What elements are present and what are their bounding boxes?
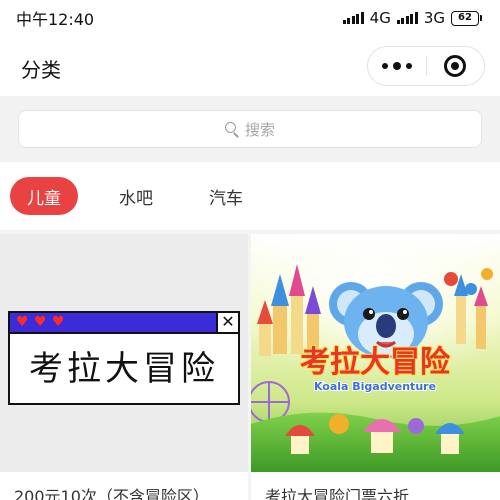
more-icon[interactable] <box>368 47 426 85</box>
product-image: ♥ ♥ ♥ ✕ 考拉大冒险 <box>0 234 248 472</box>
nav-bar: 分类 <box>0 36 500 96</box>
target-icon <box>444 55 467 77</box>
battery-icon: 62 <box>451 10 482 26</box>
search-area: 搜索 <box>0 96 500 162</box>
signal-icon-2 <box>396 12 418 24</box>
koala-adventure-poster: 考拉大冒险 Koala Bigadventure <box>251 234 500 472</box>
koala-banner: ♥ ♥ ♥ ✕ 考拉大冒险 <box>8 311 240 405</box>
tab-car[interactable]: 汽车 <box>192 177 260 215</box>
page-title: 分类 <box>21 58 61 82</box>
battery-level: 62 <box>451 10 479 26</box>
tab-water-bar[interactable]: 水吧 <box>102 177 170 215</box>
search-icon <box>224 122 239 138</box>
poster-title: 考拉大冒险 <box>300 345 451 380</box>
heart-icon: ♥ <box>52 314 65 330</box>
search-input[interactable]: 搜索 <box>18 110 482 148</box>
network-label-3g: 3G <box>423 9 445 27</box>
status-indicators: 4G 3G 62 <box>342 9 482 27</box>
product-card[interactable]: ♥ ♥ ♥ ✕ 考拉大冒险 200元10次（不含冒险区） <box>0 234 248 500</box>
status-bar: 中午12:40 4G 3G 62 <box>0 0 500 36</box>
heart-icon: ♥ <box>34 314 47 330</box>
network-label-4g: 4G <box>369 9 391 27</box>
search-placeholder: 搜索 <box>244 120 275 139</box>
product-grid: ♥ ♥ ♥ ✕ 考拉大冒险 200元10次（不含冒险区） 考拉大冒险 Koala… <box>0 230 500 500</box>
tab-children[interactable]: 儿童 <box>10 177 78 215</box>
heart-icon: ♥ <box>16 314 29 330</box>
product-card[interactable]: 考拉大冒险 Koala Bigadventure 考拉大冒险门票六折 <box>251 234 500 500</box>
banner-text: 考拉大冒险 <box>29 349 219 389</box>
product-title: 考拉大冒险门票六折 <box>265 487 410 500</box>
product-title: 200元10次（不含冒险区） <box>14 487 209 500</box>
signal-icon <box>342 12 364 24</box>
close-button[interactable] <box>426 47 484 85</box>
poster-subtitle: Koala Bigadventure <box>314 380 436 393</box>
category-tabs: 儿童 水吧 汽车 <box>0 162 500 230</box>
close-icon: ✕ <box>216 313 238 332</box>
banner-bar: ♥ ♥ ♥ ✕ <box>10 313 238 334</box>
status-time: 中午12:40 <box>16 10 95 29</box>
mini-program-capsule <box>367 46 485 86</box>
